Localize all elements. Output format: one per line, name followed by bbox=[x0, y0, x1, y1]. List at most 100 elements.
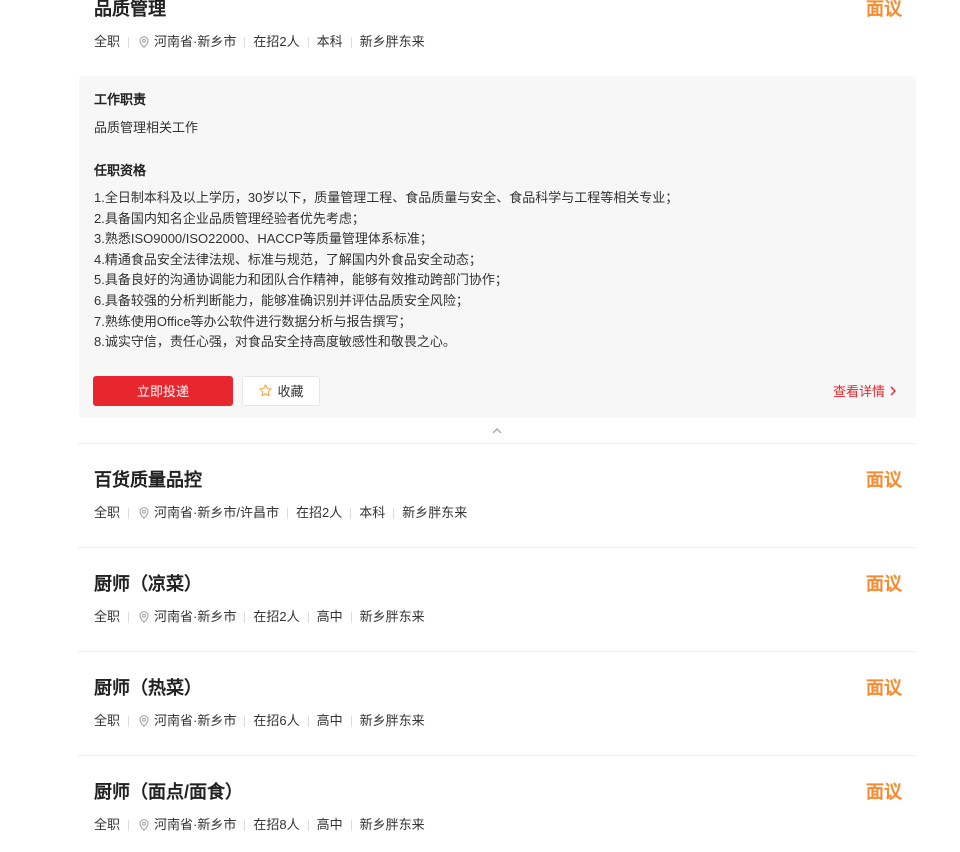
requirement-item: 7.熟练使用Office等办公软件进行数据分析与报告撰写； bbox=[94, 313, 412, 329]
job-company: 新乡胖东来 bbox=[359, 817, 425, 832]
requirement-item: 8.诚实守信，责任心强，对食品安全持高度敏感性和敬畏之心。 bbox=[94, 334, 456, 350]
meta-separator bbox=[307, 36, 309, 48]
job-location: 河南省·新乡市 bbox=[154, 817, 237, 832]
chevron-right-icon bbox=[890, 386, 896, 396]
meta-separator bbox=[128, 36, 130, 48]
job-title-row: 厨师（面点/面食） 面议 bbox=[94, 781, 902, 803]
job-openings: 在招8人 bbox=[253, 817, 300, 832]
location-pin-icon bbox=[139, 611, 149, 623]
job-location: 河南省·新乡市 bbox=[154, 34, 237, 49]
job-meta: 全职 河南省·新乡市 在招2人 高中 新乡胖东来 bbox=[94, 608, 902, 626]
job-salary: 面议 bbox=[866, 574, 902, 594]
meta-separator bbox=[350, 819, 352, 831]
job-education: 高中 bbox=[316, 713, 343, 728]
job-title[interactable]: 厨师（凉菜） bbox=[94, 573, 202, 595]
location-pin-icon bbox=[139, 36, 149, 48]
meta-separator bbox=[350, 36, 352, 48]
job-header[interactable]: 厨师（热菜） 面议 全职 河南省·新乡市 在招6人 高中 新乡胖东来 bbox=[78, 652, 916, 755]
job-title-row: 厨师（热菜） 面议 bbox=[94, 677, 902, 699]
job-header[interactable]: 品质管理 面议 全职 河南省·新乡市 在招2人 本科 新乡胖东来 bbox=[78, 0, 916, 76]
location-pin-icon bbox=[139, 819, 149, 831]
meta-separator bbox=[244, 819, 246, 831]
job-company: 新乡胖东来 bbox=[359, 609, 425, 624]
job-actions: 立即投递 收藏 查看详情 bbox=[93, 375, 896, 406]
job-location: 河南省·新乡市 bbox=[154, 609, 237, 624]
location-pin-icon bbox=[139, 715, 149, 727]
job-item: 百货质量品控 面议 全职 河南省·新乡市/许昌市 在招2人 本科 新乡胖东来 bbox=[78, 443, 916, 547]
job-item: 厨师（热菜） 面议 全职 河南省·新乡市 在招6人 高中 新乡胖东来 bbox=[78, 651, 916, 755]
job-meta: 全职 河南省·新乡市 在招2人 本科 新乡胖东来 bbox=[94, 33, 902, 51]
job-title[interactable]: 厨师（面点/面食） bbox=[94, 781, 243, 803]
job-salary: 面议 bbox=[866, 678, 902, 698]
duties-heading: 工作职责 bbox=[94, 92, 147, 107]
favorite-button[interactable]: 收藏 bbox=[242, 375, 320, 406]
job-company: 新乡胖东来 bbox=[359, 713, 425, 728]
job-meta: 全职 河南省·新乡市 在招6人 高中 新乡胖东来 bbox=[94, 712, 902, 730]
duties-text: 品质管理相关工作 bbox=[94, 120, 199, 135]
meta-separator bbox=[307, 715, 309, 727]
meta-separator bbox=[393, 507, 395, 519]
job-title[interactable]: 品质管理 bbox=[94, 0, 166, 20]
meta-separator bbox=[244, 715, 246, 727]
job-title[interactable]: 百货质量品控 bbox=[94, 469, 202, 491]
meta-separator bbox=[128, 507, 130, 519]
job-detail-panel: 工作职责 品质管理相关工作 任职资格 1.全日制本科及以上学历，30岁以下，质量… bbox=[79, 76, 916, 418]
job-openings: 在招2人 bbox=[253, 609, 300, 624]
job-type: 全职 bbox=[94, 609, 121, 624]
requirement-item: 1.全日制本科及以上学历，30岁以下，质量管理工程、食品质量与安全、食品科学与工… bbox=[94, 190, 679, 205]
view-details-label: 查看详情 bbox=[832, 384, 885, 400]
view-details-link[interactable]: 查看详情 bbox=[833, 381, 896, 400]
location-pin-icon bbox=[139, 507, 149, 519]
job-type: 全职 bbox=[94, 505, 121, 520]
requirement-item: 4.精通食品安全法律法规、标准与规范，了解国内外食品安全动态； bbox=[94, 251, 482, 267]
job-education: 本科 bbox=[359, 505, 386, 520]
job-item: 厨师（面点/面食） 面议 全职 河南省·新乡市 在招8人 高中 新乡胖东来 bbox=[78, 755, 916, 852]
meta-separator bbox=[286, 507, 288, 519]
job-item: 品质管理 面议 全职 河南省·新乡市 在招2人 本科 新乡胖东来 工作职责 品质… bbox=[78, 0, 916, 443]
meta-separator bbox=[350, 611, 352, 623]
job-header[interactable]: 厨师（面点/面食） 面议 全职 河南省·新乡市 在招8人 高中 新乡胖东来 bbox=[78, 756, 916, 852]
job-title-row: 厨师（凉菜） 面议 bbox=[94, 573, 902, 595]
job-meta: 全职 河南省·新乡市/许昌市 在招2人 本科 新乡胖东来 bbox=[94, 504, 902, 522]
job-salary: 面议 bbox=[866, 470, 902, 490]
job-type: 全职 bbox=[94, 817, 121, 832]
job-location: 河南省·新乡市 bbox=[154, 713, 237, 728]
job-item: 厨师（凉菜） 面议 全职 河南省·新乡市 在招2人 高中 新乡胖东来 bbox=[78, 547, 916, 651]
meta-separator bbox=[244, 611, 246, 623]
meta-separator bbox=[350, 507, 352, 519]
requirements-heading: 任职资格 bbox=[94, 163, 147, 178]
job-title-row: 品质管理 面议 bbox=[94, 0, 902, 20]
job-openings: 在招6人 bbox=[253, 713, 300, 728]
requirement-item: 2.具备国内知名企业品质管理经验者优先考虑； bbox=[94, 210, 365, 226]
job-education: 本科 bbox=[316, 34, 343, 49]
job-company: 新乡胖东来 bbox=[359, 34, 425, 49]
meta-separator bbox=[128, 715, 130, 727]
job-openings: 在招2人 bbox=[253, 34, 300, 49]
meta-separator bbox=[128, 819, 130, 831]
job-type: 全职 bbox=[94, 713, 121, 728]
requirement-item: 5.具备良好的沟通协调能力和团队合作精神，能够有效推动跨部门协作； bbox=[94, 272, 508, 288]
requirements-list: 1.全日制本科及以上学历，30岁以下，质量管理工程、食品质量与安全、食品科学与工… bbox=[94, 188, 896, 353]
meta-separator bbox=[350, 715, 352, 727]
collapse-toggle[interactable] bbox=[78, 418, 916, 443]
meta-separator bbox=[244, 36, 246, 48]
requirement-item: 6.具备较强的分析判断能力，能够准确识别并评估品质安全风险； bbox=[94, 292, 469, 308]
meta-separator bbox=[307, 611, 309, 623]
chevron-up-icon bbox=[492, 427, 502, 434]
job-header[interactable]: 百货质量品控 面议 全职 河南省·新乡市/许昌市 在招2人 本科 新乡胖东来 bbox=[78, 444, 916, 547]
job-salary: 面议 bbox=[866, 782, 902, 802]
job-meta: 全职 河南省·新乡市 在招8人 高中 新乡胖东来 bbox=[94, 816, 902, 834]
star-outline-icon bbox=[258, 383, 273, 398]
requirement-item: 3.熟悉ISO9000/ISO22000、HACCP等质量管理体系标准； bbox=[94, 231, 433, 247]
job-education: 高中 bbox=[316, 609, 343, 624]
job-title[interactable]: 厨师（热菜） bbox=[94, 677, 202, 699]
job-salary: 面议 bbox=[866, 0, 902, 19]
job-education: 高中 bbox=[316, 817, 343, 832]
meta-separator bbox=[128, 611, 130, 623]
apply-button[interactable]: 立即投递 bbox=[93, 375, 233, 406]
job-type: 全职 bbox=[94, 34, 121, 49]
job-company: 新乡胖东来 bbox=[402, 505, 468, 520]
job-title-row: 百货质量品控 面议 bbox=[94, 469, 902, 491]
favorite-label: 收藏 bbox=[277, 384, 304, 400]
job-header[interactable]: 厨师（凉菜） 面议 全职 河南省·新乡市 在招2人 高中 新乡胖东来 bbox=[78, 548, 916, 651]
